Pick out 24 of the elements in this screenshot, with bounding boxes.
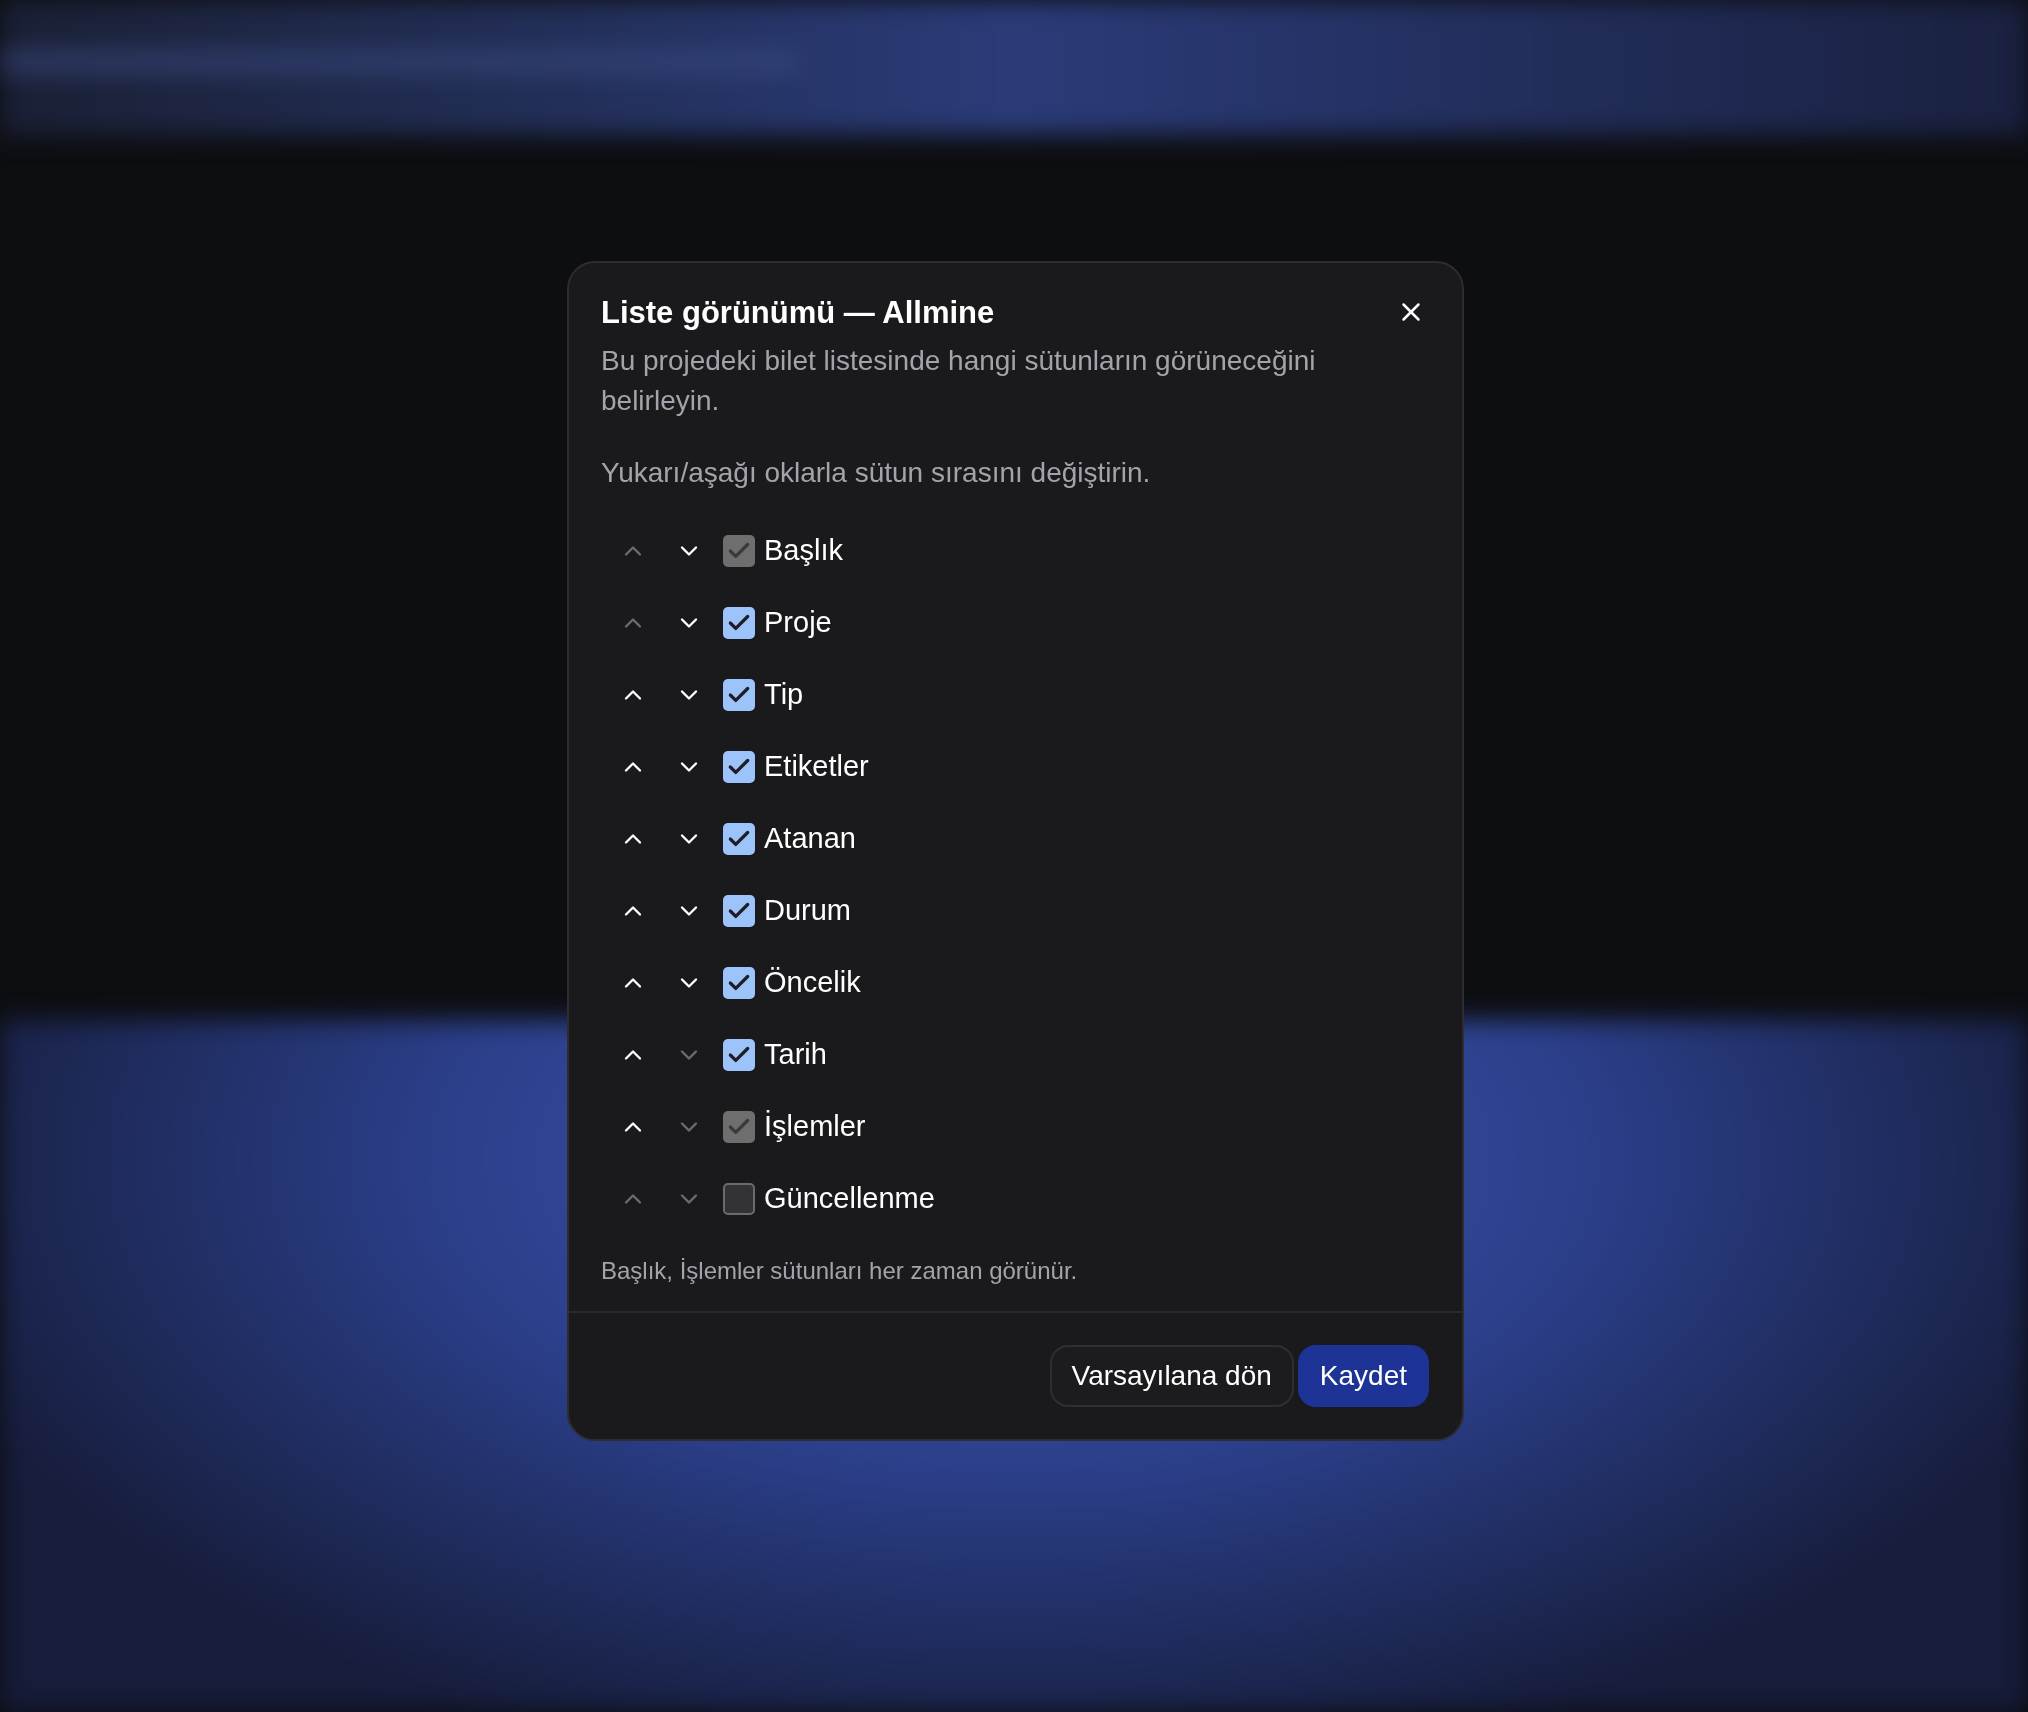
- column-checkbox[interactable]: [723, 823, 755, 855]
- column-label: Durum: [764, 893, 851, 929]
- column-label: Proje: [764, 605, 832, 641]
- dialog-title: Liste görünümü — Allmine: [601, 294, 995, 332]
- dialog-description: Bu projedeki bilet listesinde hangi sütunların görüneceğini belirleyin.: [601, 344, 1317, 418]
- column-label: Güncellenme: [764, 1181, 935, 1217]
- reset-button[interactable]: Varsayılana dön: [1049, 1345, 1294, 1407]
- column-label: Atanan: [764, 821, 856, 857]
- reorder-hint: Yukarı/aşağı oklarla sütun sırasını değiştirin.: [601, 456, 1152, 490]
- column-checkbox[interactable]: [723, 1183, 755, 1215]
- column-checkbox[interactable]: [723, 895, 755, 927]
- column-checkbox[interactable]: [723, 679, 755, 711]
- save-button[interactable]: Kaydet: [1297, 1345, 1429, 1407]
- column-label: Etiketler: [764, 749, 869, 785]
- column-checkbox[interactable]: [723, 1039, 755, 1071]
- column-label: İşlemler: [764, 1109, 866, 1145]
- column-checkbox[interactable]: [723, 607, 755, 639]
- column-checkbox[interactable]: [723, 967, 755, 999]
- column-label: Tip: [764, 677, 804, 713]
- visibility-note: Başlık, İşlemler sütunları her zaman görünür.: [601, 1256, 1079, 1286]
- column-label: Tarih: [764, 1037, 827, 1073]
- column-label: Başlık: [764, 533, 843, 569]
- column-checkbox[interactable]: [723, 751, 755, 783]
- column-label: Öncelik: [764, 965, 861, 1001]
